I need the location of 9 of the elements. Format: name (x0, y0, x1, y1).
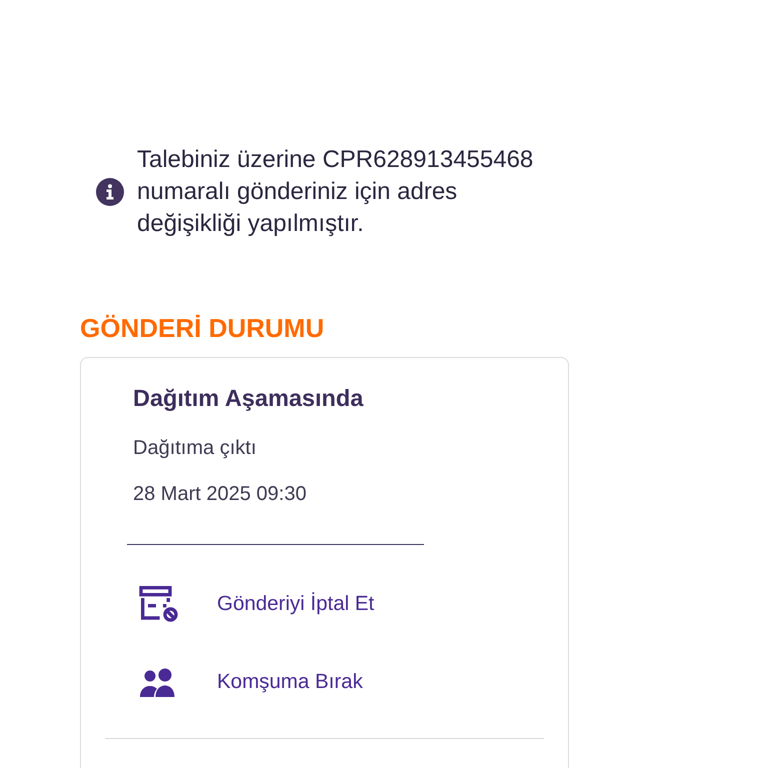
info-icon (96, 178, 124, 206)
notice-text: Talebiniz üzerine CPR628913455468 numaralı gönderiniz için adres değişikliği yapılmıştır. (137, 145, 534, 239)
status-title: Dağıtım Aşamasında (133, 384, 364, 413)
status-date: 28 Mart 2025 09:30 (133, 482, 308, 507)
action-button[interactable]: Gönderiyi İptal Et (81, 565, 374, 643)
box-cancel-icon (138, 586, 178, 622)
action-button[interactable]: Komşuma Bırak (81, 643, 363, 721)
section-title: GÖNDERİ DURUMU (80, 314, 326, 342)
status-description: Dağıtıma çıktı (133, 436, 258, 461)
